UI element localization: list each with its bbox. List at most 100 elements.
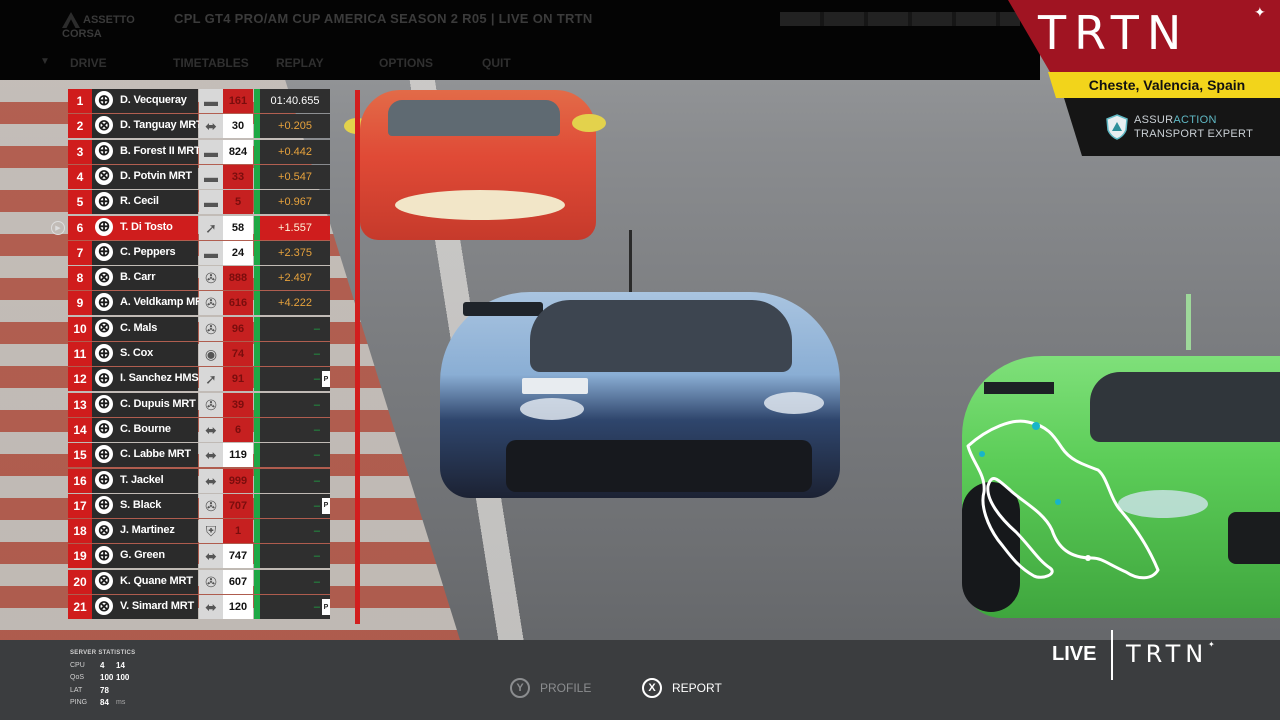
menu-quit[interactable]: QUIT	[482, 56, 585, 70]
chevrolet-bowtie-icon: ⬌	[205, 599, 217, 615]
car-number: 999	[223, 468, 253, 493]
driver-name: D. Tanguay MRT	[120, 119, 203, 132]
car-number: 119	[223, 443, 253, 468]
driver-cell: ⊕ A. Veldkamp MRT	[92, 291, 210, 316]
standings-row[interactable]: 19 ⊕ G. Green ⬌ 747–	[68, 544, 330, 569]
live-indicator: LIVE	[1052, 643, 1097, 665]
standings-row[interactable]: 11 ⊕ S. Cox ◉ 74–	[68, 342, 330, 366]
menu-replay[interactable]: REPLAY	[276, 56, 379, 70]
manufacturer-cell: ✇	[199, 266, 223, 291]
standings-row[interactable]: 12 ⊕ I. Sanchez HMS ➚ 91– P	[68, 367, 330, 392]
aston-martin-wings-icon: ▬	[204, 143, 218, 160]
game-top-bar: ASSETTO CORSA CPL GT4 PRO/AM CUP AMERICA…	[0, 0, 1040, 80]
standings-row[interactable]: 17 ⊕ S. Black ✇ 707– P	[68, 493, 330, 518]
position-number: 6	[68, 215, 92, 240]
gap-time: +4.222	[260, 291, 330, 316]
menu-drive[interactable]: DRIVE	[70, 56, 173, 70]
app-logo: ASSETTO CORSA	[62, 12, 162, 40]
position-number: 18	[68, 519, 92, 544]
standings-row[interactable]: 6 ⊕ T. Di Tosto ➚ 58 +1.557	[68, 215, 330, 240]
manufacturer-cell: ▬	[199, 190, 223, 215]
globe-icon: ⊕	[95, 470, 113, 489]
position-number: 2	[68, 114, 92, 139]
standings-row[interactable]: 2 ⊗ D. Tanguay MRT ⬌ 30 +0.205	[68, 114, 330, 139]
standings-row[interactable]: 10 ⊗ C. Mals ✇ 96–	[68, 316, 330, 341]
driver-cell: ⊕ I. Sanchez HMS	[92, 367, 199, 392]
standings-row[interactable]: 15 ⊕ C. Labbe MRT ⬌ 119–	[68, 443, 330, 468]
report-button[interactable]: X REPORT	[642, 678, 722, 698]
standings-row[interactable]: 3 ⊕ B. Forest II MRT ▬ 824 +0.442	[68, 139, 330, 164]
xbox-icon: ⊗	[95, 571, 113, 590]
globe-icon: ⊕	[95, 419, 113, 438]
mercedes-star-icon: ✇	[205, 573, 217, 590]
live-divider	[1111, 630, 1113, 680]
manufacturer-cell: ⬌	[199, 595, 223, 619]
position-number: 14	[68, 417, 92, 442]
gap-time: –	[260, 367, 330, 392]
profile-button-label: PROFILE	[540, 681, 592, 695]
driver-cell: ⊕ C. Bourne	[92, 417, 198, 442]
chevrolet-bowtie-icon: ⬌	[205, 421, 217, 438]
gap-time: 01:40.655	[260, 89, 330, 113]
car-number: 91	[223, 367, 253, 392]
assetto-corsa-logo-icon	[62, 12, 80, 28]
car-number: 30	[223, 114, 253, 139]
sponsor-banner	[1064, 98, 1280, 156]
star-icon: ✦	[1208, 640, 1215, 649]
menu-collapse-icon[interactable]: ▼	[40, 56, 70, 70]
driver-name: T. Di Tosto	[120, 220, 173, 233]
car-number: 5	[223, 190, 253, 215]
car-number: 33	[223, 164, 253, 189]
standings-row[interactable]: 18 ⊗ J. Martinez ⛨ 1–	[68, 519, 330, 544]
standings-row[interactable]: 1 ⊕ D. Vecqueray ▬ 161 01:40.655	[68, 89, 330, 113]
gap-time: +2.497	[260, 266, 330, 291]
menu-options[interactable]: OPTIONS	[379, 56, 482, 70]
gap-time: –	[260, 392, 330, 417]
gap-time: +1.557	[260, 215, 330, 240]
driver-cell: ⊕ B. Forest II MRT	[92, 139, 201, 164]
driver-cell: ⊕ S. Black	[92, 493, 198, 518]
standings-row[interactable]: 4 ⊗ D. Potvin MRT ▬ 33 +0.547	[68, 164, 330, 189]
position-number: 9	[68, 291, 92, 316]
standings-row[interactable]: 13 ⊕ C. Dupuis MRT ✇ 39–	[68, 392, 330, 417]
gap-time: –	[260, 569, 330, 594]
driver-name: D. Potvin MRT	[120, 169, 192, 182]
driver-name: J. Martinez	[120, 524, 175, 537]
mercedes-star-icon: ✇	[205, 320, 217, 337]
car-number: 161	[223, 89, 253, 113]
porsche-crest-icon: ⛨	[205, 523, 217, 540]
manufacturer-cell: ◉	[199, 342, 223, 366]
chevrolet-bowtie-icon: ⬌	[205, 472, 217, 489]
standings-row[interactable]: 9 ⊕ A. Veldkamp MRT ✇ 616 +4.222	[68, 291, 330, 316]
profile-button[interactable]: Y PROFILE	[510, 678, 591, 698]
standings-row[interactable]: 14 ⊕ C. Bourne ⬌ 6–	[68, 417, 330, 442]
driver-name: C. Peppers	[120, 245, 176, 258]
trtn-logo: TRTN	[1038, 6, 1190, 60]
position-number: 3	[68, 139, 92, 164]
standings-row[interactable]: 8 ⊗ B. Carr ✇ 888 +2.497	[68, 266, 330, 291]
position-number: 17	[68, 493, 92, 518]
manufacturer-cell: ✇	[199, 291, 223, 316]
standings-row[interactable]: 5 ⊕ R. Cecil ▬ 5 +0.967	[68, 190, 330, 215]
driver-name: S. Black	[120, 498, 162, 511]
standings-row[interactable]: 21 ⊗ V. Simard MRT ⬌ 120– P	[68, 595, 330, 619]
server-statistics-heading: SERVER STATISTICS	[70, 650, 136, 656]
car-number: 39	[223, 392, 253, 417]
manufacturer-cell: ▬	[199, 240, 223, 265]
standings-row[interactable]: 16 ⊕ T. Jackel ⬌ 999–	[68, 468, 330, 493]
driver-cell: ⊕ C. Labbe MRT	[92, 443, 198, 468]
xbox-icon: ⊗	[95, 166, 113, 185]
manufacturer-cell: ✇	[199, 493, 223, 518]
position-number: 19	[68, 544, 92, 569]
driver-cell: ⊕ T. Di Tosto	[92, 215, 198, 240]
standings-row[interactable]: 7 ⊕ C. Peppers ▬ 24 +2.375	[68, 240, 330, 265]
standings-tower: 1 ⊕ D. Vecqueray ▬ 161 01:40.655 2 ⊗ D. Tanguay …	[68, 89, 332, 631]
gap-time: –	[260, 595, 330, 619]
mclaren-swoosh-icon: ➚	[205, 219, 217, 236]
driver-name: A. Veldkamp MRT	[120, 296, 210, 309]
chevrolet-bowtie-icon: ⬌	[205, 118, 217, 135]
driver-name: K. Quane MRT	[120, 574, 193, 587]
standings-row[interactable]: 20 ⊗ K. Quane MRT ✇ 607–	[68, 569, 330, 594]
gap-time: –	[260, 519, 330, 544]
menu-timetables[interactable]: TIMETABLES	[173, 56, 276, 70]
